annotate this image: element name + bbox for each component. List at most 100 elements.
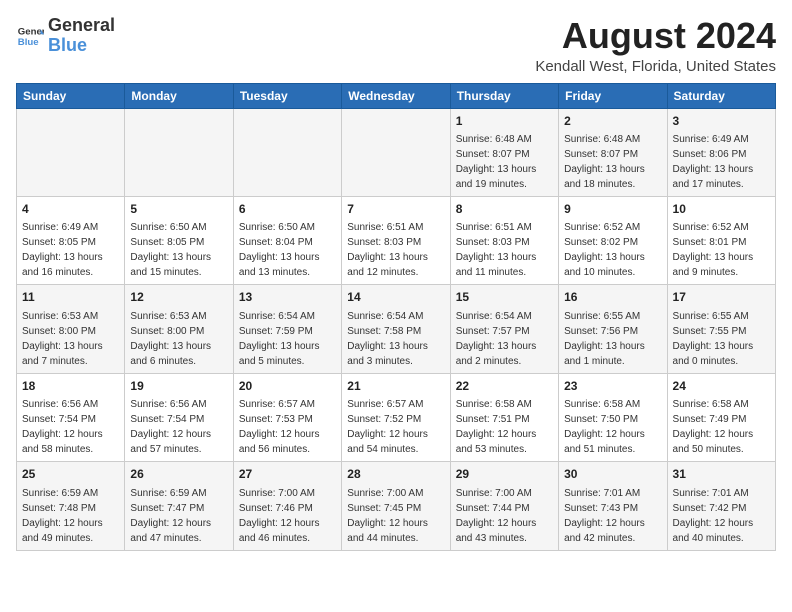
calendar-body: 1 Sunrise: 6:48 AM Sunset: 8:07 PM Daylig… <box>17 108 776 550</box>
logo-general: General <box>48 16 115 36</box>
day-info: Sunrise: 7:01 AM Sunset: 7:42 PM Dayligh… <box>673 486 770 546</box>
calendar-cell: 2 Sunrise: 6:48 AM Sunset: 8:07 PM Daylig… <box>559 108 667 196</box>
day-number: 17 <box>673 289 770 306</box>
week-row-2: 4 Sunrise: 6:49 AM Sunset: 8:05 PM Daylig… <box>17 196 776 284</box>
day-info: Sunrise: 6:50 AM Sunset: 8:04 PM Dayligh… <box>239 220 336 280</box>
calendar-cell: 28 Sunrise: 7:00 AM Sunset: 7:45 PM Dayli… <box>342 462 450 550</box>
calendar-cell: 7 Sunrise: 6:51 AM Sunset: 8:03 PM Daylig… <box>342 196 450 284</box>
day-number: 30 <box>564 466 661 483</box>
day-info: Sunrise: 6:48 AM Sunset: 8:07 PM Dayligh… <box>456 132 553 192</box>
calendar-cell: 6 Sunrise: 6:50 AM Sunset: 8:04 PM Daylig… <box>233 196 341 284</box>
calendar-cell: 15Sunrise: 6:54 AM Sunset: 7:57 PM Dayli… <box>450 285 558 373</box>
calendar-cell: 18Sunrise: 6:56 AM Sunset: 7:54 PM Dayli… <box>17 373 125 461</box>
calendar-cell: 21Sunrise: 6:57 AM Sunset: 7:52 PM Dayli… <box>342 373 450 461</box>
day-info: Sunrise: 6:59 AM Sunset: 7:48 PM Dayligh… <box>22 486 119 546</box>
header: General Blue General Blue August 2024 Ke… <box>16 16 776 75</box>
calendar-cell: 16Sunrise: 6:55 AM Sunset: 7:56 PM Dayli… <box>559 285 667 373</box>
day-number: 26 <box>130 466 227 483</box>
calendar-cell: 12Sunrise: 6:53 AM Sunset: 8:00 PM Dayli… <box>125 285 233 373</box>
week-row-3: 11Sunrise: 6:53 AM Sunset: 8:00 PM Dayli… <box>17 285 776 373</box>
calendar-cell: 25 Sunrise: 6:59 AM Sunset: 7:48 PM Dayli… <box>17 462 125 550</box>
day-info: Sunrise: 7:01 AM Sunset: 7:43 PM Dayligh… <box>564 486 661 546</box>
day-number: 2 <box>564 113 661 130</box>
day-info: Sunrise: 6:52 AM Sunset: 8:02 PM Dayligh… <box>564 220 661 280</box>
day-info: Sunrise: 6:51 AM Sunset: 8:03 PM Dayligh… <box>347 220 444 280</box>
day-info: Sunrise: 6:53 AM Sunset: 8:00 PM Dayligh… <box>130 309 227 369</box>
day-info: Sunrise: 6:58 AM Sunset: 7:50 PM Dayligh… <box>564 397 661 457</box>
calendar-cell: 24 Sunrise: 6:58 AM Sunset: 7:49 PM Dayli… <box>667 373 775 461</box>
day-number: 4 <box>22 201 119 218</box>
calendar-cell: 27 Sunrise: 7:00 AM Sunset: 7:46 PM Dayli… <box>233 462 341 550</box>
day-number: 31 <box>673 466 770 483</box>
calendar-cell: 29Sunrise: 7:00 AM Sunset: 7:44 PM Dayli… <box>450 462 558 550</box>
calendar-cell: 4 Sunrise: 6:49 AM Sunset: 8:05 PM Daylig… <box>17 196 125 284</box>
calendar-cell <box>233 108 341 196</box>
header-thursday: Thursday <box>450 83 558 108</box>
day-info: Sunrise: 7:00 AM Sunset: 7:46 PM Dayligh… <box>239 486 336 546</box>
day-number: 23 <box>564 378 661 395</box>
week-row-4: 18Sunrise: 6:56 AM Sunset: 7:54 PM Dayli… <box>17 373 776 461</box>
calendar-cell: 5 Sunrise: 6:50 AM Sunset: 8:05 PM Daylig… <box>125 196 233 284</box>
calendar-cell: 26Sunrise: 6:59 AM Sunset: 7:47 PM Dayli… <box>125 462 233 550</box>
day-number: 29 <box>456 466 553 483</box>
day-info: Sunrise: 6:57 AM Sunset: 7:53 PM Dayligh… <box>239 397 336 457</box>
day-info: Sunrise: 6:56 AM Sunset: 7:54 PM Dayligh… <box>22 397 119 457</box>
svg-text:Blue: Blue <box>18 37 39 48</box>
header-tuesday: Tuesday <box>233 83 341 108</box>
calendar-cell: 11Sunrise: 6:53 AM Sunset: 8:00 PM Dayli… <box>17 285 125 373</box>
calendar-cell <box>125 108 233 196</box>
calendar-cell: 30 Sunrise: 7:01 AM Sunset: 7:43 PM Dayli… <box>559 462 667 550</box>
day-info: Sunrise: 6:56 AM Sunset: 7:54 PM Dayligh… <box>130 397 227 457</box>
calendar-cell: 14Sunrise: 6:54 AM Sunset: 7:58 PM Dayli… <box>342 285 450 373</box>
svg-text:General: General <box>18 26 44 37</box>
day-info: Sunrise: 6:54 AM Sunset: 7:58 PM Dayligh… <box>347 309 444 369</box>
calendar-table: SundayMondayTuesdayWednesdayThursdayFrid… <box>16 83 776 551</box>
title-section: August 2024 Kendall West, Florida, Unite… <box>535 16 776 75</box>
calendar-cell: 8 Sunrise: 6:51 AM Sunset: 8:03 PM Daylig… <box>450 196 558 284</box>
calendar-cell: 31 Sunrise: 7:01 AM Sunset: 7:42 PM Dayli… <box>667 462 775 550</box>
calendar-cell: 1 Sunrise: 6:48 AM Sunset: 8:07 PM Daylig… <box>450 108 558 196</box>
calendar-cell: 10Sunrise: 6:52 AM Sunset: 8:01 PM Dayli… <box>667 196 775 284</box>
calendar-header: SundayMondayTuesdayWednesdayThursdayFrid… <box>17 83 776 108</box>
calendar-subtitle: Kendall West, Florida, United States <box>535 58 776 75</box>
day-number: 20 <box>239 378 336 395</box>
day-info: Sunrise: 6:50 AM Sunset: 8:05 PM Dayligh… <box>130 220 227 280</box>
day-info: Sunrise: 7:00 AM Sunset: 7:45 PM Dayligh… <box>347 486 444 546</box>
calendar-cell: 3Sunrise: 6:49 AM Sunset: 8:06 PM Daylig… <box>667 108 775 196</box>
calendar-cell: 20 Sunrise: 6:57 AM Sunset: 7:53 PM Dayli… <box>233 373 341 461</box>
day-number: 24 <box>673 378 770 395</box>
day-info: Sunrise: 6:48 AM Sunset: 8:07 PM Dayligh… <box>564 132 661 192</box>
calendar-cell: 22Sunrise: 6:58 AM Sunset: 7:51 PM Dayli… <box>450 373 558 461</box>
header-saturday: Saturday <box>667 83 775 108</box>
day-number: 7 <box>347 201 444 218</box>
calendar-cell: 9 Sunrise: 6:52 AM Sunset: 8:02 PM Daylig… <box>559 196 667 284</box>
day-number: 25 <box>22 466 119 483</box>
calendar-cell: 23 Sunrise: 6:58 AM Sunset: 7:50 PM Dayli… <box>559 373 667 461</box>
day-info: Sunrise: 6:51 AM Sunset: 8:03 PM Dayligh… <box>456 220 553 280</box>
week-row-1: 1 Sunrise: 6:48 AM Sunset: 8:07 PM Daylig… <box>17 108 776 196</box>
day-number: 5 <box>130 201 227 218</box>
week-row-5: 25 Sunrise: 6:59 AM Sunset: 7:48 PM Dayli… <box>17 462 776 550</box>
header-row: SundayMondayTuesdayWednesdayThursdayFrid… <box>17 83 776 108</box>
day-info: Sunrise: 6:58 AM Sunset: 7:49 PM Dayligh… <box>673 397 770 457</box>
day-info: Sunrise: 6:49 AM Sunset: 8:06 PM Dayligh… <box>673 132 770 192</box>
day-number: 8 <box>456 201 553 218</box>
calendar-cell: 13Sunrise: 6:54 AM Sunset: 7:59 PM Dayli… <box>233 285 341 373</box>
day-number: 27 <box>239 466 336 483</box>
day-number: 19 <box>130 378 227 395</box>
calendar-cell <box>342 108 450 196</box>
day-info: Sunrise: 6:49 AM Sunset: 8:05 PM Dayligh… <box>22 220 119 280</box>
day-number: 21 <box>347 378 444 395</box>
day-number: 28 <box>347 466 444 483</box>
day-info: Sunrise: 6:55 AM Sunset: 7:55 PM Dayligh… <box>673 309 770 369</box>
day-number: 6 <box>239 201 336 218</box>
day-number: 9 <box>564 201 661 218</box>
day-number: 1 <box>456 113 553 130</box>
calendar-cell: 19 Sunrise: 6:56 AM Sunset: 7:54 PM Dayli… <box>125 373 233 461</box>
calendar-title: August 2024 <box>535 16 776 56</box>
header-friday: Friday <box>559 83 667 108</box>
day-number: 13 <box>239 289 336 306</box>
day-info: Sunrise: 6:55 AM Sunset: 7:56 PM Dayligh… <box>564 309 661 369</box>
calendar-cell <box>17 108 125 196</box>
day-number: 22 <box>456 378 553 395</box>
